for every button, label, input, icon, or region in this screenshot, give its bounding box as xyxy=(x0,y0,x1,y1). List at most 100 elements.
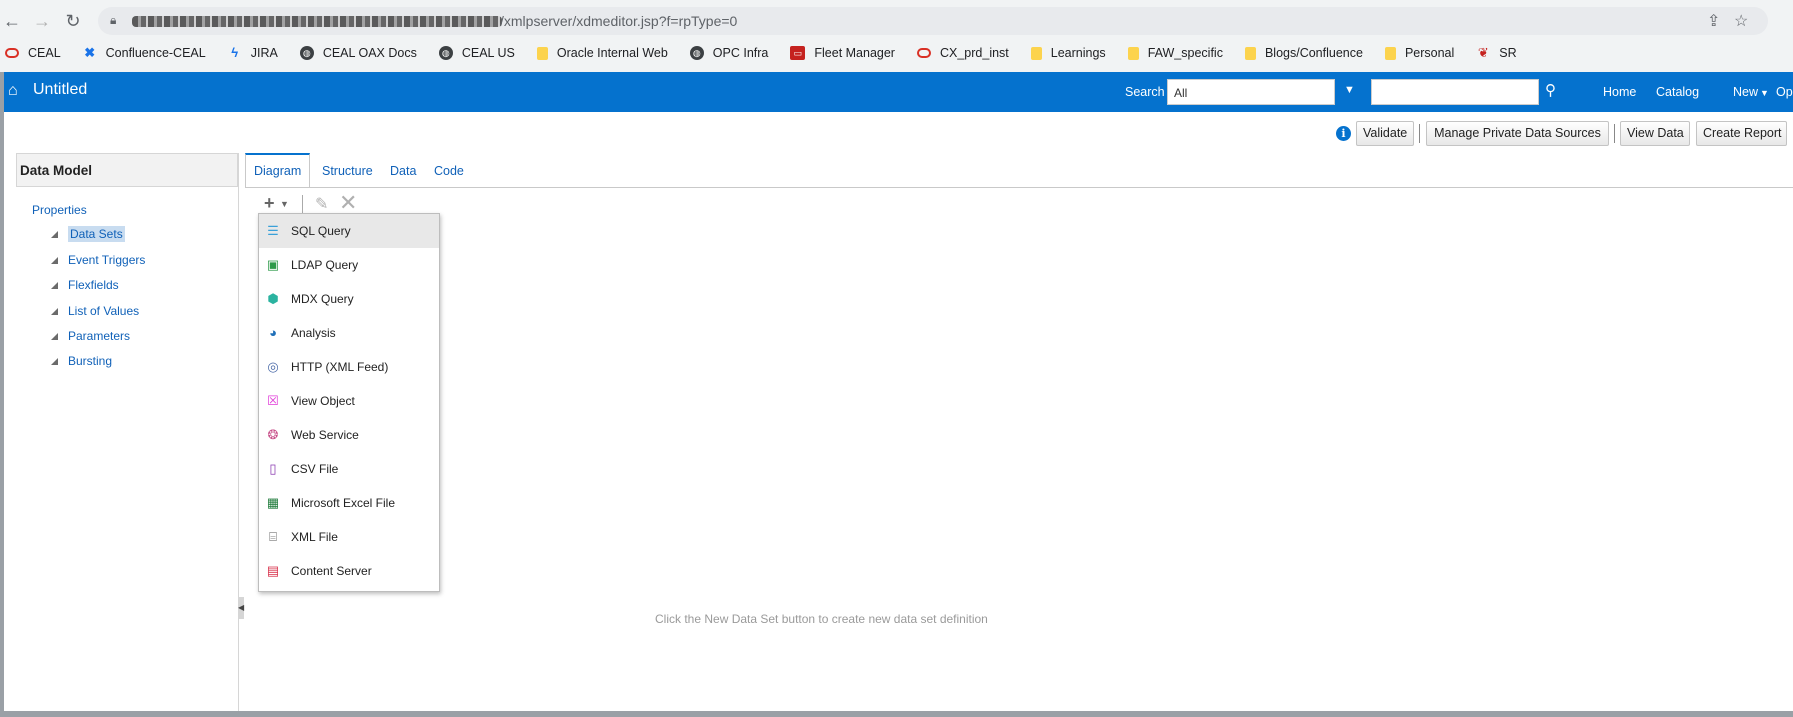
toolbar-separator xyxy=(1419,124,1420,143)
validate-button[interactable]: Validate xyxy=(1356,121,1414,146)
bookmark[interactable]: CX_prd_inst xyxy=(916,46,1009,60)
menu-item-excel-file[interactable]: ▦ Microsoft Excel File xyxy=(259,486,439,520)
menu-item-label: Analysis xyxy=(291,326,336,340)
tree-item-flexfields[interactable]: Flexfields xyxy=(51,278,119,292)
bookmark[interactable]: ◍ OPC Infra xyxy=(689,46,769,60)
chevron-down-icon[interactable]: ▼ xyxy=(1760,88,1769,98)
tab-code[interactable]: Code xyxy=(434,164,464,178)
search-scope-select[interactable]: All xyxy=(1167,79,1335,105)
search-input[interactable] xyxy=(1371,79,1539,105)
xml-file-icon: ⌸ xyxy=(269,529,277,544)
http-feed-icon: ◎ xyxy=(267,359,279,374)
bookmark[interactable]: ϟ JIRA xyxy=(228,46,278,61)
reload-icon[interactable]: ↻ xyxy=(61,9,85,33)
web-service-icon: ❂ xyxy=(267,427,279,442)
menu-item-ldap-query[interactable]: ▣ LDAP Query xyxy=(259,248,439,282)
tree-item-event-triggers[interactable]: Event Triggers xyxy=(51,253,145,267)
manage-private-data-sources-button[interactable]: Manage Private Data Sources xyxy=(1426,121,1609,146)
nav-open[interactable]: Op xyxy=(1776,85,1793,99)
view-data-button[interactable]: View Data xyxy=(1620,121,1690,146)
chevron-down-icon[interactable]: ▼ xyxy=(1344,84,1355,96)
tree-item-label: Parameters xyxy=(68,329,131,343)
folder-icon xyxy=(1244,46,1256,60)
menu-item-label: CSV File xyxy=(291,462,339,476)
back-arrow-icon[interactable]: ← xyxy=(0,9,24,33)
mdx-cube-icon: ⬢ xyxy=(267,291,279,306)
bookmark[interactable]: Oracle Internal Web xyxy=(536,46,668,60)
folder-icon xyxy=(536,46,548,60)
star-icon[interactable]: ☆ xyxy=(1734,11,1748,31)
new-data-set-icon[interactable]: + xyxy=(264,193,275,214)
bookmark-label: Personal xyxy=(1404,46,1455,60)
bookmark-label: Oracle Internal Web xyxy=(556,46,668,60)
menu-item-csv-file[interactable]: ▯ CSV File xyxy=(259,452,439,486)
menu-item-http-xml-feed[interactable]: ◎ HTTP (XML Feed) xyxy=(259,350,439,384)
confluence-icon: ✖ xyxy=(84,45,96,60)
edit-pencil-icon[interactable]: ✎ xyxy=(315,194,328,214)
nav-home[interactable]: Home xyxy=(1603,85,1636,99)
bookmark[interactable]: ✖ Confluence-CEAL xyxy=(83,45,206,61)
expand-triangle-icon[interactable] xyxy=(51,282,58,290)
tree-item-bursting[interactable]: Bursting xyxy=(51,354,112,368)
bookmark[interactable]: Personal xyxy=(1384,46,1455,60)
bookmark[interactable]: Blogs/Confluence xyxy=(1244,46,1363,60)
properties-link[interactable]: Properties xyxy=(32,203,87,217)
redacted-url xyxy=(132,16,502,27)
bookmark[interactable]: FAW_specific xyxy=(1127,46,1223,60)
address-bar[interactable]: 🔒︎ /xmlpserver/xdmeditor.jsp?f=rpType=0 … xyxy=(98,7,1768,35)
share-icon[interactable]: ⇪ xyxy=(1707,11,1720,31)
expand-triangle-icon[interactable] xyxy=(51,308,58,316)
bookmark-label: FAW_specific xyxy=(1147,46,1223,60)
tree-item-label: List of Values xyxy=(68,304,140,318)
nav-new[interactable]: New xyxy=(1733,85,1758,99)
expand-triangle-icon[interactable] xyxy=(51,257,58,265)
menu-item-label: Web Service xyxy=(291,428,359,442)
menu-item-mdx-query[interactable]: ⬢ MDX Query xyxy=(259,282,439,316)
menu-item-label: HTTP (XML Feed) xyxy=(291,360,389,374)
bookmark[interactable]: Learnings xyxy=(1030,46,1106,60)
tree-item-label: Bursting xyxy=(68,354,113,368)
content-server-icon: ▤ xyxy=(266,563,280,578)
tree-item-data-sets[interactable]: Data Sets xyxy=(51,226,125,242)
panel-collapse-handle[interactable]: ◀ xyxy=(238,597,244,619)
info-icon[interactable]: i xyxy=(1336,126,1351,141)
oracle-ring-icon xyxy=(5,48,19,58)
bookmark[interactable]: CEAL xyxy=(5,46,61,60)
tree-item-parameters[interactable]: Parameters xyxy=(51,329,130,343)
bookmark-label: Confluence-CEAL xyxy=(105,46,206,60)
menu-item-content-server[interactable]: ▤ Content Server xyxy=(259,554,439,588)
bookmark-label: JIRA xyxy=(250,46,278,60)
bookmark[interactable]: ▭ Fleet Manager xyxy=(790,46,895,60)
menu-item-analysis[interactable]: ◕ Analysis xyxy=(259,316,439,350)
url-text: /xmlpserver/xdmeditor.jsp?f=rpType=0 xyxy=(500,13,738,29)
menu-item-xml-file[interactable]: ⌸ XML File xyxy=(259,520,439,554)
tab-diagram[interactable]: Diagram xyxy=(254,164,301,178)
tab-data[interactable]: Data xyxy=(390,164,416,178)
create-report-button[interactable]: Create Report xyxy=(1696,121,1787,146)
nav-catalog[interactable]: Catalog xyxy=(1656,85,1699,99)
bookmark[interactable]: ❦ SR xyxy=(1476,46,1517,61)
bookmark[interactable]: ◍ CEAL US xyxy=(438,46,515,60)
oracle-ring-icon xyxy=(916,48,931,58)
menu-item-label: View Object xyxy=(291,394,355,408)
bookmark-label: CEAL US xyxy=(461,46,515,60)
bookmark[interactable]: ◍ CEAL OAX Docs xyxy=(299,46,417,60)
bookmark-label: Blogs/Confluence xyxy=(1264,46,1363,60)
menu-item-view-object[interactable]: ☒ View Object xyxy=(259,384,439,418)
search-icon[interactable]: ⚲ xyxy=(1545,81,1556,99)
bookmark-label: Learnings xyxy=(1050,46,1106,60)
expand-triangle-icon[interactable] xyxy=(51,231,58,239)
bookmark-label: OPC Infra xyxy=(712,46,769,60)
home-icon[interactable]: ⌂ xyxy=(8,82,18,100)
globe-icon: ◍ xyxy=(689,46,704,60)
bookmark-label: Fleet Manager xyxy=(814,46,895,60)
menu-item-web-service[interactable]: ❂ Web Service xyxy=(259,418,439,452)
chevron-down-icon[interactable]: ▼ xyxy=(280,199,289,209)
expand-triangle-icon[interactable] xyxy=(51,358,58,366)
expand-triangle-icon[interactable] xyxy=(51,333,58,341)
menu-item-label: XML File xyxy=(291,530,338,544)
tree-item-list-of-values[interactable]: List of Values xyxy=(51,304,139,318)
tab-structure[interactable]: Structure xyxy=(322,164,373,178)
forward-arrow-icon[interactable]: → xyxy=(30,9,54,33)
menu-item-sql-query[interactable]: ☰ SQL Query xyxy=(259,214,439,248)
